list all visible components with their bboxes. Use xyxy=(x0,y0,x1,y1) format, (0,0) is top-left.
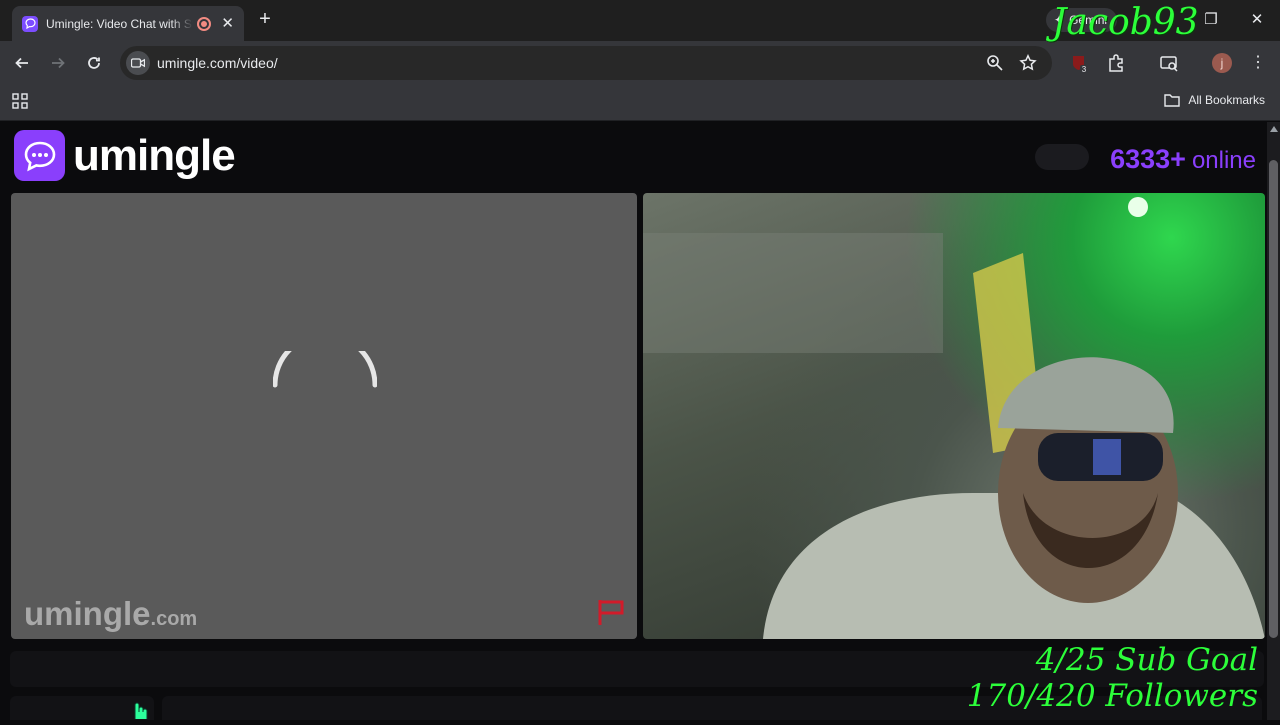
browser-tab[interactable]: Umingle: Video Chat with Strangers ✕ xyxy=(12,6,244,41)
followers-goal-text: 170/420 Followers xyxy=(966,678,1258,714)
forward-button[interactable] xyxy=(46,51,70,75)
camera-site-icon[interactable] xyxy=(126,51,150,75)
theme-toggle[interactable] xyxy=(1035,144,1089,170)
folder-icon xyxy=(1164,94,1181,107)
watermark-main: umingle xyxy=(24,595,151,632)
loading-spinner-icon xyxy=(273,351,377,388)
page-content: umingle 6333+ online umingle.com xyxy=(0,122,1280,720)
extension-badge-count: 3 xyxy=(1082,65,1087,73)
streamer-name-overlay: Jacob93 xyxy=(1052,2,1199,43)
restore-window-button[interactable]: ❐ xyxy=(1201,10,1221,28)
more-menu-icon[interactable]: ⋮ xyxy=(1250,53,1266,73)
extensions-puzzle-icon[interactable] xyxy=(1106,53,1126,73)
logo-wordmark: umingle xyxy=(73,130,236,180)
recording-indicator-icon xyxy=(197,16,212,31)
reload-button[interactable] xyxy=(82,51,106,75)
page-scrollbar[interactable] xyxy=(1267,122,1280,720)
url-text: umingle.com/video/ xyxy=(157,55,278,71)
tab-search-icon[interactable] xyxy=(1159,53,1179,73)
online-label: online xyxy=(1191,147,1256,174)
tab-title: Umingle: Video Chat with Strangers xyxy=(46,16,193,31)
site-watermark: umingle.com xyxy=(24,595,197,633)
self-camera-video xyxy=(643,193,1265,639)
all-bookmarks-label: All Bookmarks xyxy=(1188,93,1265,107)
online-count: 6333+ xyxy=(1110,144,1186,174)
umingle-favicon-icon xyxy=(22,15,38,32)
scroll-up-arrow-icon[interactable] xyxy=(1270,126,1278,132)
apps-grid-icon[interactable] xyxy=(12,93,28,114)
bookmarks-bar: All Bookmarks xyxy=(0,85,1280,121)
report-flag-icon[interactable] xyxy=(597,598,629,631)
extension-shield-icon[interactable]: 3 xyxy=(1069,53,1089,74)
new-tab-button[interactable]: + xyxy=(254,8,276,30)
online-counter: 6333+ online xyxy=(1110,144,1256,175)
forward-arrow-icon xyxy=(52,57,65,69)
profile-avatar[interactable]: j xyxy=(1212,53,1232,73)
back-button[interactable] xyxy=(10,51,34,75)
stream-goals-overlay: 4/25 Sub Goal 170/420 Followers xyxy=(967,642,1258,714)
sub-goal-text: 4/25 Sub Goal xyxy=(1035,642,1258,678)
stranger-video-panel: umingle.com xyxy=(11,193,637,639)
scroll-thumb[interactable] xyxy=(1269,160,1278,638)
chat-bubble-logo-icon xyxy=(14,130,65,181)
all-bookmarks-button[interactable]: All Bookmarks xyxy=(1164,93,1265,107)
address-bar[interactable]: umingle.com/video/ xyxy=(120,46,1052,80)
site-logo[interactable]: umingle xyxy=(14,130,236,181)
tab-close-icon[interactable]: ✕ xyxy=(221,16,234,31)
back-arrow-icon xyxy=(15,57,28,69)
hand-cursor-icon xyxy=(129,700,151,725)
webcam-feed-image xyxy=(643,197,1265,639)
watermark-suffix: .com xyxy=(150,608,198,630)
zoom-icon[interactable] xyxy=(986,54,1004,72)
reload-icon xyxy=(88,57,100,69)
browser-toolbar: umingle.com/video/ 3 j ⋮ xyxy=(0,41,1280,85)
close-window-button[interactable]: ✕ xyxy=(1247,10,1267,28)
bookmark-star-icon[interactable] xyxy=(1019,54,1037,72)
